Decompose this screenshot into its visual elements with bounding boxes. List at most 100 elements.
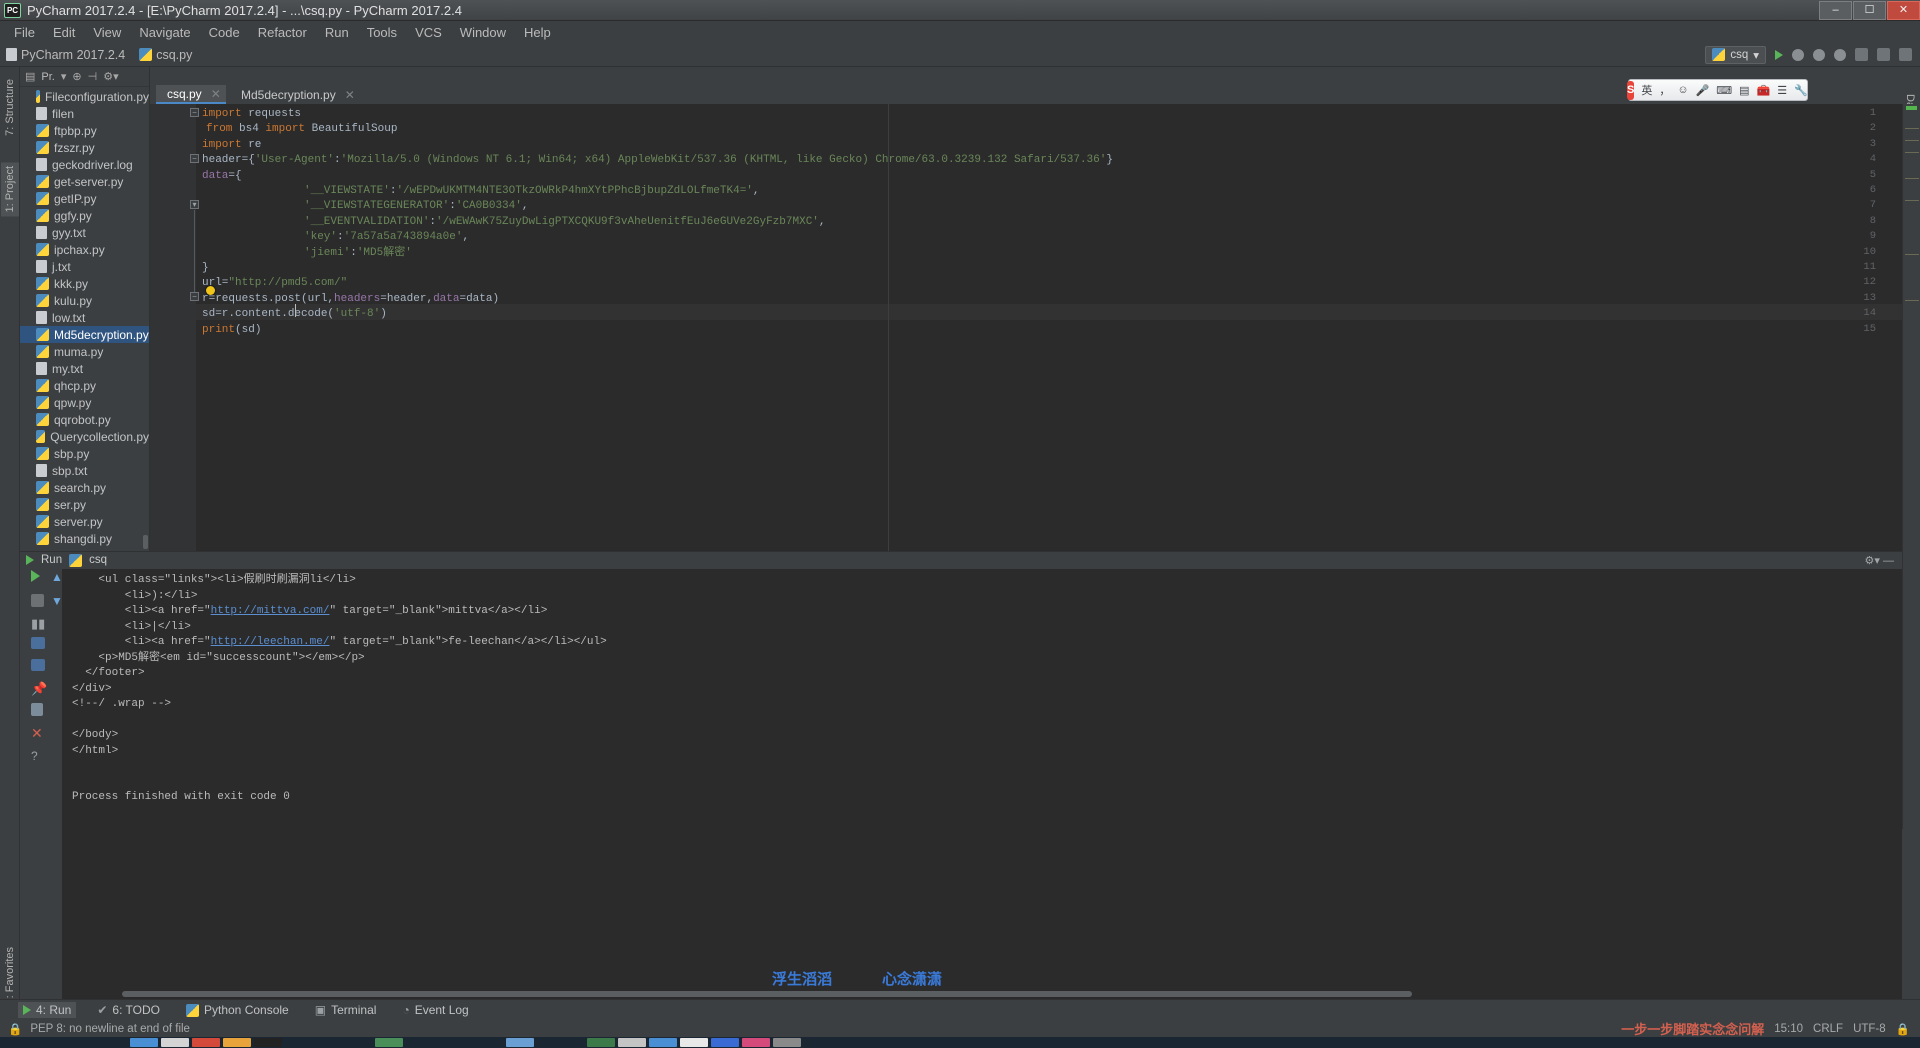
pin-icon[interactable]: 📌 bbox=[31, 681, 49, 699]
list-item[interactable]: ftpbp.py bbox=[20, 122, 149, 139]
caret-position[interactable]: 15:10 bbox=[1774, 1023, 1803, 1035]
fold-icon[interactable]: − bbox=[190, 292, 199, 301]
menu-vcs[interactable]: VCS bbox=[406, 23, 451, 42]
console-output[interactable]: Process finished with exit code 0 </html>… bbox=[62, 569, 1902, 999]
menu-bar[interactable]: File Edit View Navigate Code Refactor Ru… bbox=[0, 21, 1920, 43]
warning-marker[interactable] bbox=[1905, 152, 1919, 153]
window-controls[interactable]: – ☐ ✕ bbox=[1818, 0, 1920, 20]
file-encoding[interactable]: UTF-8 bbox=[1853, 1023, 1886, 1035]
fold-icon[interactable]: − bbox=[190, 154, 199, 163]
code-line[interactable]: '__VIEWSTATEGENERATOR':'CA0B0334', bbox=[304, 199, 528, 214]
run-panel-side-toolbar[interactable]: ▮▮ 📌 ✕ ? ▲ ▼ bbox=[20, 569, 63, 999]
list-item[interactable]: qhcp.py bbox=[20, 377, 149, 394]
menu-icon[interactable]: ☰ bbox=[1777, 84, 1787, 97]
status-bar-right[interactable]: 一步一步脚踏实念念问解 15:10 CRLF UTF-8 🔒 bbox=[1621, 1019, 1920, 1038]
warning-marker[interactable] bbox=[1905, 200, 1919, 201]
taskbar-item[interactable] bbox=[506, 1038, 534, 1047]
editor-marker-bar[interactable] bbox=[1902, 104, 1920, 829]
sidebar-item-structure[interactable]: 7: Structure bbox=[1, 75, 19, 140]
settings-icon[interactable] bbox=[1877, 48, 1890, 61]
menu-view[interactable]: View bbox=[84, 23, 130, 42]
list-item[interactable]: server.py bbox=[20, 513, 149, 530]
sogou-logo-icon[interactable]: S bbox=[1627, 80, 1635, 100]
list-item[interactable]: fzszr.py bbox=[20, 139, 149, 156]
menu-help[interactable]: Help bbox=[515, 23, 560, 42]
code-line[interactable]: header={'User-Agent':'Mozilla/5.0 (Windo… bbox=[202, 153, 1113, 168]
taskbar-item[interactable] bbox=[192, 1038, 220, 1047]
close-button[interactable]: ✕ bbox=[1887, 0, 1920, 20]
ime-toolbar[interactable]: S 英 ， ☺ 🎤 ⌨ ▤ 🧰 ☰ 🔧 bbox=[1627, 79, 1808, 101]
navigation-bar[interactable]: PyCharm 2017.2.4 csq.py csq ▾ bbox=[0, 43, 1920, 67]
run-tool-window[interactable]: Run csq ⚙▾ — ▮▮ 📌 ✕ ? ▲ ▼ Process finish… bbox=[20, 551, 1902, 999]
list-item[interactable]: Md5decryption.py bbox=[20, 326, 149, 343]
pause-icon[interactable]: ▮▮ bbox=[31, 616, 49, 634]
list-item[interactable]: Fileconfiguration.py bbox=[20, 88, 149, 105]
taskbar-item[interactable] bbox=[587, 1038, 615, 1047]
code-line[interactable]: r=requests.post(url,headers=header,data=… bbox=[202, 292, 499, 307]
list-item[interactable]: geckodriver.log bbox=[20, 156, 149, 173]
console-horizontal-scrollbar[interactable] bbox=[122, 991, 1412, 997]
trash-icon[interactable] bbox=[31, 703, 43, 716]
code-line[interactable]: url="http://pmd5.com/" bbox=[202, 276, 347, 291]
taskbar-item[interactable] bbox=[130, 1038, 158, 1047]
attach-icon[interactable] bbox=[1855, 48, 1868, 61]
print-icon[interactable] bbox=[31, 637, 45, 649]
bottom-tab-run[interactable]: 4: Run bbox=[18, 1002, 77, 1018]
warning-marker[interactable] bbox=[1905, 300, 1919, 301]
list-item[interactable]: getIP.py bbox=[20, 190, 149, 207]
screenshot-icon[interactable]: ▤ bbox=[1739, 84, 1749, 97]
lock-icon[interactable]: 🔒 bbox=[1896, 1022, 1910, 1036]
lock-icon[interactable]: 🔒 bbox=[8, 1022, 22, 1036]
menu-edit[interactable]: Edit bbox=[44, 23, 84, 42]
menu-refactor[interactable]: Refactor bbox=[249, 23, 316, 42]
list-item[interactable]: qpw.py bbox=[20, 394, 149, 411]
list-item[interactable]: low.txt bbox=[20, 309, 149, 326]
rerun-icon[interactable] bbox=[31, 570, 40, 582]
navbar-actions[interactable]: csq ▾ bbox=[1705, 45, 1920, 64]
coverage-icon[interactable] bbox=[1813, 48, 1825, 61]
help-icon[interactable]: ? bbox=[31, 749, 49, 767]
settings-icon[interactable]: 🔧 bbox=[1794, 84, 1808, 97]
taskbar-item[interactable] bbox=[161, 1038, 189, 1047]
breadcrumb-file[interactable]: csq.py bbox=[139, 48, 192, 62]
search-icon[interactable] bbox=[1899, 48, 1912, 61]
menu-navigate[interactable]: Navigate bbox=[130, 23, 199, 42]
list-item[interactable]: get-server.py bbox=[20, 173, 149, 190]
code-line[interactable]: '__EVENTVALIDATION':'/wEWAwK75ZuyDwLigPT… bbox=[304, 215, 826, 230]
maximize-button[interactable]: ☐ bbox=[1853, 0, 1886, 20]
profile-icon[interactable] bbox=[1834, 48, 1846, 61]
stop-icon[interactable] bbox=[31, 594, 44, 607]
breadcrumb-project[interactable]: PyCharm 2017.2.4 bbox=[6, 48, 125, 62]
list-item[interactable]: kkk.py bbox=[20, 275, 149, 292]
collapse-icon[interactable]: ⊕ bbox=[72, 70, 81, 83]
taskbar-item[interactable] bbox=[711, 1038, 739, 1047]
taskbar-item[interactable] bbox=[254, 1038, 282, 1047]
warning-marker[interactable] bbox=[1905, 128, 1919, 129]
bottom-tab-python-console[interactable]: Python Console bbox=[181, 1002, 294, 1018]
list-item[interactable]: sbp.txt bbox=[20, 462, 149, 479]
code-line[interactable]: 'key':'7a57a5a743894a0e', bbox=[304, 230, 469, 245]
sidebar-item-project[interactable]: 1: Project bbox=[1, 162, 19, 217]
comma-icon[interactable]: ， bbox=[1659, 82, 1670, 98]
close-icon[interactable]: ✕ bbox=[211, 87, 221, 101]
debug-icon[interactable] bbox=[1792, 48, 1804, 61]
gear-icon[interactable]: ⚙▾ bbox=[103, 70, 118, 83]
code-line[interactable]: data={ bbox=[202, 169, 242, 184]
run-configuration-selector[interactable]: csq ▾ bbox=[1705, 45, 1766, 64]
code-line[interactable]: print(sd) bbox=[202, 323, 261, 338]
gear-icon[interactable]: ⚙▾ — bbox=[1865, 554, 1894, 567]
minimize-button[interactable]: – bbox=[1819, 0, 1852, 20]
project-scrollbar-thumb[interactable] bbox=[143, 535, 148, 549]
bottom-tab-todo[interactable]: ✔ 6: TODO bbox=[92, 1002, 165, 1018]
list-item[interactable]: ipchax.py bbox=[20, 241, 149, 258]
code-line[interactable]: } bbox=[202, 261, 209, 276]
soft-wrap-icon[interactable] bbox=[31, 659, 45, 671]
run-icon[interactable] bbox=[1775, 49, 1783, 60]
run-panel-header[interactable]: Run csq ⚙▾ — bbox=[20, 552, 1902, 568]
code-line[interactable]: import requests bbox=[202, 107, 301, 122]
bottom-tab-terminal[interactable]: ▣ Terminal bbox=[310, 1002, 382, 1018]
bottom-tool-window-bar[interactable]: 4: Run ✔ 6: TODO Python Console ▣ Termin… bbox=[0, 999, 1920, 1020]
list-item[interactable]: ggfy.py bbox=[20, 207, 149, 224]
left-tool-rail[interactable]: 7: Structure 1: Project 2: Favorites bbox=[0, 67, 20, 1018]
warning-marker[interactable] bbox=[1905, 140, 1919, 141]
